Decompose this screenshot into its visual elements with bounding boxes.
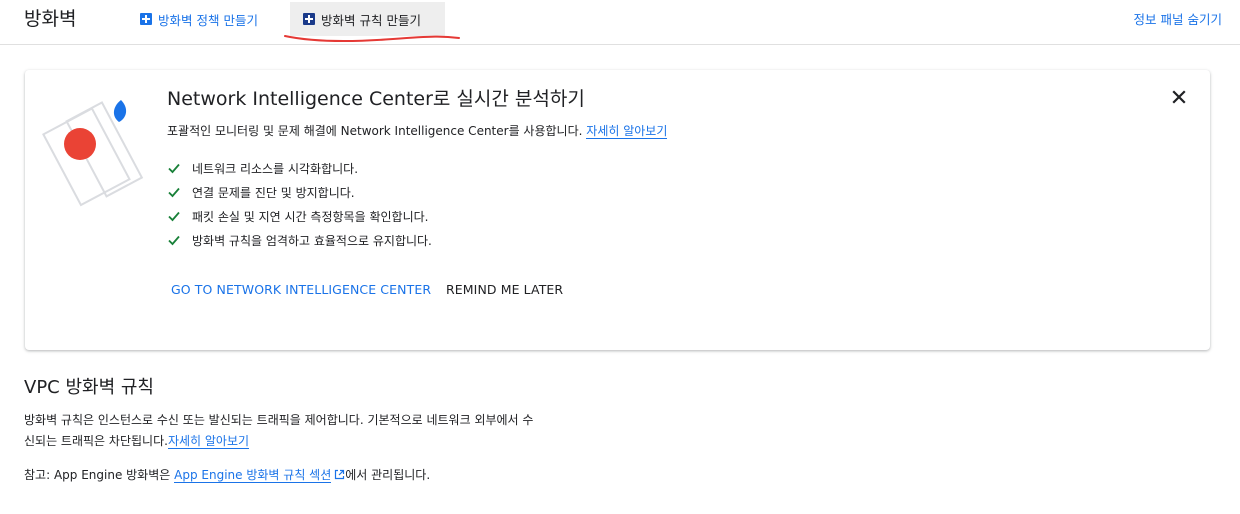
banner-description: 포괄적인 모니터링 및 문제 해결에 Network Intelligence … [167, 122, 668, 139]
checklist-item-label: 연결 문제를 진단 및 방지합니다. [192, 185, 355, 200]
section-description-text: 방화벽 규칙은 인스턴스로 수신 또는 발신되는 트래픽을 제어합니다. 기본적… [24, 413, 534, 448]
banner-title: Network Intelligence Center로 실시간 분석하기 [167, 88, 585, 110]
check-icon [168, 187, 180, 198]
create-firewall-policy-label: 방화벽 정책 만들기 [158, 12, 258, 28]
note-prefix: 참고: App Engine 방화벽은 [24, 468, 171, 482]
go-to-network-intelligence-center-button[interactable]: GO TO NETWORK INTELLIGENCE CENTER [171, 282, 431, 297]
red-annotation-underline [284, 35, 460, 42]
banner-learn-more-link[interactable]: 자세히 알아보기 [586, 124, 668, 139]
section-title: VPC 방화벽 규칙 [24, 377, 154, 398]
add-box-icon [140, 13, 152, 25]
checklist-item: 네트워크 리소스를 시각화합니다. [167, 156, 432, 180]
section-description: 방화벽 규칙은 인스턴스로 수신 또는 발신되는 트래픽을 제어합니다. 기본적… [24, 410, 534, 452]
remind-me-later-button[interactable]: REMIND ME LATER [446, 282, 563, 297]
checklist-item: 패킷 손실 및 지연 시간 측정항목을 확인합니다. [167, 204, 432, 228]
checklist-item-label: 네트워크 리소스를 시각화합니다. [192, 161, 359, 176]
check-icon [168, 163, 180, 174]
close-icon [1172, 90, 1186, 104]
create-firewall-rule-label: 방화벽 규칙 만들기 [321, 12, 421, 28]
check-icon [168, 235, 180, 246]
app-engine-firewall-link-label: App Engine 방화벽 규칙 섹션 [174, 468, 332, 482]
checklist-item: 연결 문제를 진단 및 방지합니다. [167, 180, 432, 204]
network-illustration-icon [42, 100, 144, 207]
section-learn-more-link[interactable]: 자세히 알아보기 [167, 434, 250, 449]
app-engine-note: 참고: App Engine 방화벽은 App Engine 방화벽 규칙 섹션… [24, 466, 430, 484]
create-firewall-policy-button[interactable]: 방화벽 정책 만들기 [140, 2, 258, 36]
page-title: 방화벽 [24, 8, 77, 30]
network-intelligence-banner: Network Intelligence Center로 실시간 분석하기 포괄… [25, 70, 1210, 350]
hide-info-panel-button[interactable]: 정보 패널 숨기기 [1134, 9, 1222, 28]
add-box-icon [303, 13, 315, 25]
note-suffix: 에서 관리됩니다. [345, 468, 431, 482]
external-link-icon [335, 469, 345, 480]
feature-checklist: 네트워크 리소스를 시각화합니다. 연결 문제를 진단 및 방지합니다. 패킷 … [167, 156, 432, 252]
checklist-item: 방화벽 규칙을 엄격하고 효율적으로 유지합니다. [167, 228, 432, 252]
banner-description-text: 포괄적인 모니터링 및 문제 해결에 Network Intelligence … [167, 124, 583, 138]
top-bar: 방화벽 방화벽 정책 만들기 방화벽 규칙 만들기 정보 패널 숨기기 [0, 0, 1240, 45]
checklist-item-label: 방화벽 규칙을 엄격하고 효율적으로 유지합니다. [192, 233, 432, 248]
close-banner-button[interactable] [1166, 84, 1192, 110]
checklist-item-label: 패킷 손실 및 지연 시간 측정항목을 확인합니다. [192, 209, 429, 224]
check-icon [168, 211, 180, 222]
app-engine-firewall-link[interactable]: App Engine 방화벽 규칙 섹션 [174, 468, 332, 483]
